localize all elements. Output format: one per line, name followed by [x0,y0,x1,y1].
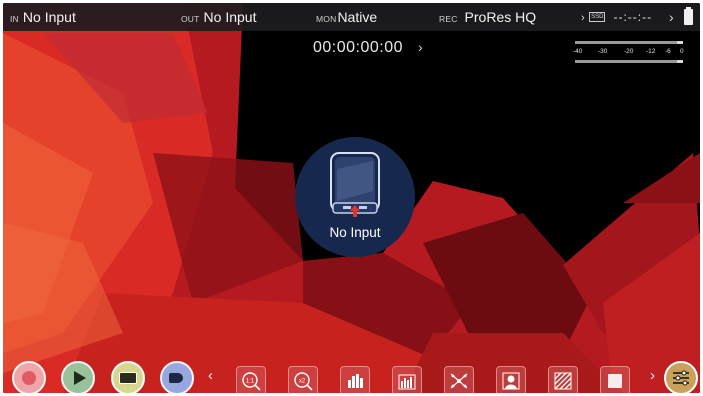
chevron-right-icon[interactable]: › [418,39,423,55]
frame-guide-button[interactable] [600,366,630,393]
bottom-toolbar: ‹ 1:1 x2 › [3,353,700,393]
zoom-2x-icon: x2 [294,372,313,391]
meter-tick: -20 [624,48,634,55]
battery-icon [684,7,693,25]
playlist-button[interactable] [111,361,145,393]
record-button[interactable] [12,361,46,393]
monitor-label: MON [316,14,337,24]
meter-tick: 0 [680,48,684,55]
chevron-left-icon[interactable]: ‹ [208,367,213,384]
status-bar: IN No Input OUT No Input MONNative REC ProR… [3,3,700,31]
chevron-right-icon[interactable]: › [650,367,655,384]
zoom-1-1-button[interactable]: 1:1 [236,366,266,393]
meter-tick: -12 [646,48,656,55]
person-icon [502,372,520,390]
chevron-right-icon: › [581,12,585,24]
zoom-1to1-text: 1:1 [246,379,255,385]
ssd-icon: SSD [589,11,606,22]
monitor-device-icon [330,152,380,217]
monitor-screen: IN No Input OUT No Input MONNative REC ProR… [3,3,700,393]
vectorscope-button[interactable] [444,366,474,393]
output-label: OUT [181,14,200,24]
monitor-status[interactable]: MONNative [316,3,377,31]
clip-icon [119,372,137,384]
no-input-badge: No Input [295,137,415,257]
rgb-parade-button[interactable] [392,366,422,393]
output-value: No Input [203,9,257,25]
input-value: No Input [22,9,76,25]
rgb-parade-icon [398,374,416,390]
input-status[interactable]: IN No Input [10,3,76,31]
waveform-icon [348,374,363,388]
no-input-label: No Input [329,225,381,240]
audio-meter-scale: -40 -30 -20 -12 -6 0 [573,48,687,58]
vectorscope-icon [450,373,468,389]
meter-tick: -6 [665,48,671,55]
zoom-2x-button[interactable]: x2 [288,366,318,393]
record-icon [22,371,36,385]
tag-icon [169,373,183,383]
monitor-value: Native [337,9,378,25]
audio-meter-bar-right [575,60,683,63]
sliders-icon [673,370,689,386]
record-format-value: ProRes HQ [464,9,537,25]
media-remaining-time: --:--:-- [613,10,653,24]
zebra-button[interactable] [548,366,578,393]
zoom-1to1-icon: 1:1 [242,372,261,391]
false-color-button[interactable] [496,366,526,393]
tag-button[interactable] [160,361,194,393]
audio-meter[interactable]: -40 -30 -20 -12 -6 0 [573,41,687,69]
meter-tick: -40 [573,48,583,55]
media-status[interactable]: › SSD --:--:-- [581,3,652,31]
play-button[interactable] [61,361,95,393]
waveform-button[interactable] [340,366,370,393]
zebra-icon [554,372,572,390]
meter-tick: -30 [598,48,608,55]
record-label: REC [439,14,458,24]
chevron-right-icon[interactable]: › [669,3,674,31]
timecode-display[interactable]: 00:00:00:00 [313,39,403,57]
zoom-2x-text: x2 [299,379,306,385]
input-label: IN [10,14,19,24]
play-icon [74,371,86,385]
settings-button[interactable] [664,361,698,393]
record-format-status[interactable]: REC ProRes HQ [439,3,536,31]
audio-meter-bar-left [575,41,683,44]
frame-guide-icon [608,374,622,388]
output-status[interactable]: OUT No Input [181,3,256,31]
